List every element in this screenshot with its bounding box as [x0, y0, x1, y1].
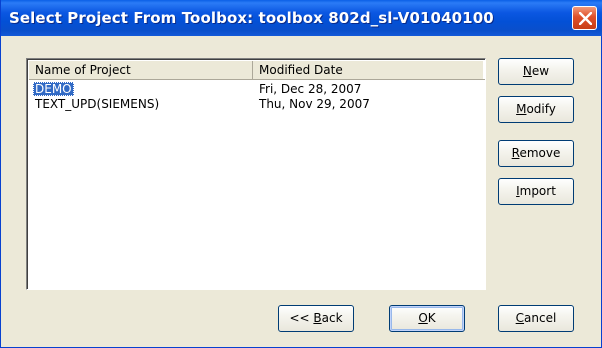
- project-list[interactable]: Name of Project Modified Date DEMO Fri, …: [26, 58, 486, 290]
- button-label: ew: [531, 64, 550, 78]
- button-label: K: [427, 311, 436, 325]
- button-label: mport: [519, 184, 556, 198]
- mnemonic: C: [515, 311, 525, 325]
- button-label: odify: [526, 102, 556, 116]
- cancel-button[interactable]: Cancel: [498, 305, 574, 332]
- close-button[interactable]: [572, 6, 597, 30]
- project-name: TEXT_UPD(SIEMENS): [35, 97, 160, 111]
- window-title: Select Project From Toolbox: toolbox 802…: [9, 9, 494, 27]
- dialog-window: Select Project From Toolbox: toolbox 802…: [0, 0, 602, 348]
- project-modified-date: Fri, Dec 28, 2007: [259, 82, 362, 96]
- project-name: DEMO: [33, 82, 74, 96]
- title-bar[interactable]: Select Project From Toolbox: toolbox 802…: [1, 0, 602, 36]
- import-button[interactable]: Import: [498, 178, 574, 205]
- mnemonic: O: [418, 311, 428, 325]
- list-header: Name of Project Modified Date: [29, 61, 485, 80]
- column-header-name[interactable]: Name of Project: [29, 61, 253, 80]
- back-button[interactable]: << Back: [278, 305, 354, 332]
- button-label: emove: [519, 146, 561, 160]
- mnemonic: M: [516, 102, 527, 116]
- project-modified-date: Thu, Nov 29, 2007: [259, 97, 370, 111]
- remove-button[interactable]: Remove: [498, 140, 574, 167]
- mnemonic: B: [313, 311, 322, 325]
- button-label: ack: [321, 311, 343, 325]
- ok-button[interactable]: OK: [389, 305, 465, 332]
- mnemonic: N: [522, 64, 532, 78]
- new-button[interactable]: New: [498, 58, 574, 85]
- button-label: ancel: [524, 311, 557, 325]
- button-label: <<: [289, 311, 314, 325]
- close-icon: [579, 12, 592, 25]
- column-header-modified-date[interactable]: Modified Date: [253, 61, 485, 80]
- modify-button[interactable]: Modify: [498, 96, 574, 123]
